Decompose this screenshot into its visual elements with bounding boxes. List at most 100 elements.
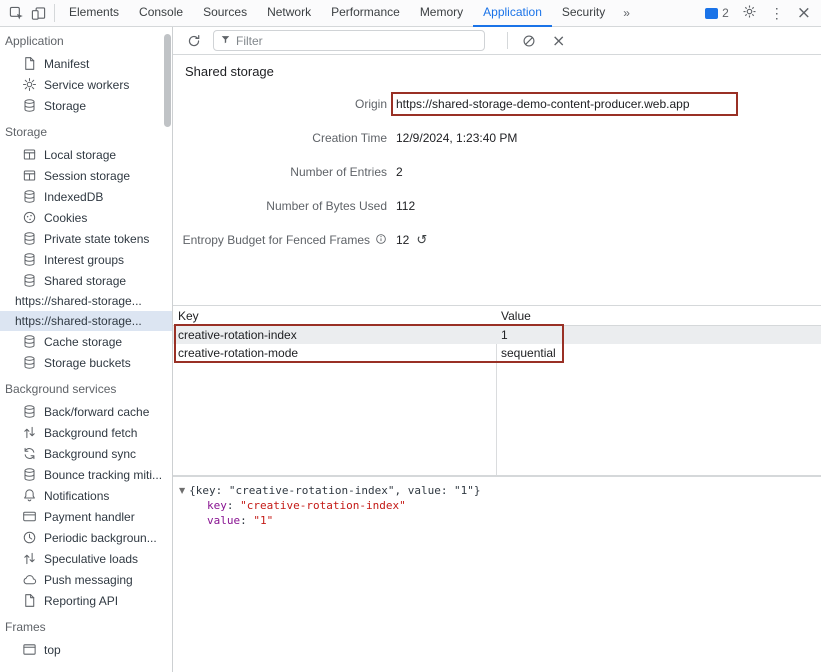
reset-budget-icon[interactable]: ↺ <box>416 234 427 247</box>
panel-tabs: ElementsConsoleSourcesNetworkPerformance… <box>59 0 615 27</box>
sidebar-item-label: Payment handler <box>44 510 135 524</box>
sidebar-scrollbar-thumb[interactable] <box>164 34 171 127</box>
tab-application[interactable]: Application <box>473 0 552 27</box>
application-sidebar: ApplicationManifestService workersStorag… <box>0 27 173 672</box>
sidebar-item-https-shared-storage[interactable]: https://shared-storage... <box>0 291 172 311</box>
sidebar-item-periodic-backgroun[interactable]: Periodic backgroun... <box>0 527 172 548</box>
sidebar-item-label: Bounce tracking miti... <box>44 468 162 482</box>
bell-icon <box>22 488 37 503</box>
devtools-topbar: ElementsConsoleSourcesNetworkPerformance… <box>0 0 821 27</box>
tab-console[interactable]: Console <box>129 0 193 27</box>
delete-selected-icon[interactable]: × <box>552 33 565 49</box>
page-title: Shared storage <box>185 64 274 79</box>
sidebar-item-top[interactable]: top <box>0 639 172 660</box>
tab-security[interactable]: Security <box>552 0 615 27</box>
sidebar-item-label: Private state tokens <box>44 232 149 246</box>
sidebar-item-storage[interactable]: Storage <box>0 95 172 116</box>
property-value: "1" <box>253 514 273 527</box>
more-tabs-button[interactable]: » <box>615 0 638 27</box>
updown-icon <box>22 551 37 566</box>
cloud-icon <box>22 572 37 587</box>
sidebar-item-private-state-tokens[interactable]: Private state tokens <box>0 228 172 249</box>
settings-gear-icon[interactable] <box>742 4 757 22</box>
issues-icon <box>705 8 718 19</box>
sidebar-item-label: Local storage <box>44 148 116 162</box>
sidebar-item-storage-buckets[interactable]: Storage buckets <box>0 352 172 373</box>
sidebar-item-local-storage[interactable]: Local storage <box>0 144 172 165</box>
cell-value: 1 <box>496 328 821 342</box>
cookie-icon <box>22 210 37 225</box>
refresh-icon[interactable] <box>185 32 203 50</box>
sidebar-item-push-messaging[interactable]: Push messaging <box>0 569 172 590</box>
database-icon <box>22 273 37 288</box>
sidebar-item-speculative-loads[interactable]: Speculative loads <box>0 548 172 569</box>
field-value: 12/9/2024, 1:23:40 PM <box>396 131 517 145</box>
sidebar-item-cache-storage[interactable]: Cache storage <box>0 331 172 352</box>
filter-input[interactable] <box>236 34 478 48</box>
tab-network[interactable]: Network <box>257 0 321 27</box>
sidebar-item-payment-handler[interactable]: Payment handler <box>0 506 172 527</box>
field-origin: Originhttps://shared-storage-demo-conten… <box>173 87 821 121</box>
shared-storage-content: Shared storage Originhttps://shared-stor… <box>173 55 821 672</box>
preview-pane: ▼{key: "creative-rotation-index", value:… <box>173 476 821 672</box>
database-icon <box>22 98 37 113</box>
sidebar-item-back-forward-cache[interactable]: Back/forward cache <box>0 401 172 422</box>
sidebar-item-reporting-api[interactable]: Reporting API <box>0 590 172 611</box>
tab-memory[interactable]: Memory <box>410 0 473 27</box>
field-value: 112 <box>396 199 415 213</box>
sidebar-item-label: https://shared-storage... <box>15 314 142 328</box>
object-property-line: value: "1" <box>179 513 821 528</box>
issues-count: 2 <box>722 6 729 20</box>
sidebar-item-background-sync[interactable]: Background sync <box>0 443 172 464</box>
metadata-fields: Originhttps://shared-storage-demo-conten… <box>173 87 821 257</box>
column-header-key[interactable]: Key <box>173 309 496 323</box>
sidebar-section-background-services: Background services <box>0 373 172 401</box>
sidebar-item-https-shared-storage[interactable]: https://shared-storage... <box>0 311 172 331</box>
sidebar-item-shared-storage[interactable]: Shared storage <box>0 270 172 291</box>
sidebar-item-label: Session storage <box>44 169 130 183</box>
tab-elements[interactable]: Elements <box>59 0 129 27</box>
sidebar-item-label: Background fetch <box>44 426 137 440</box>
column-header-value[interactable]: Value <box>496 309 821 323</box>
property-value: "creative-rotation-index" <box>240 499 406 512</box>
sidebar-item-service-workers[interactable]: Service workers <box>0 74 172 95</box>
updown-icon <box>22 425 37 440</box>
issues-badge[interactable]: 2 <box>705 6 729 20</box>
cell-key: creative-rotation-index <box>173 328 496 342</box>
sidebar-item-session-storage[interactable]: Session storage <box>0 165 172 186</box>
sidebar-item-label: Reporting API <box>44 594 118 608</box>
table-row[interactable]: creative-rotation-index1 <box>173 326 821 344</box>
field-label: Entropy Budget for Fenced Frames <box>183 233 370 247</box>
table-row[interactable]: creative-rotation-modesequential <box>173 344 821 362</box>
database-icon <box>22 189 37 204</box>
sidebar-item-cookies[interactable]: Cookies <box>0 207 172 228</box>
sidebar-item-manifest[interactable]: Manifest <box>0 53 172 74</box>
database-icon <box>22 334 37 349</box>
property-name: key <box>207 499 227 512</box>
sidebar-item-label: Back/forward cache <box>44 405 149 419</box>
sidebar-item-background-fetch[interactable]: Background fetch <box>0 422 172 443</box>
sidebar-item-label: Cookies <box>44 211 87 225</box>
tab-sources[interactable]: Sources <box>193 0 257 27</box>
kebab-menu-icon[interactable]: ⋮ <box>770 6 784 20</box>
field-value: 2 <box>396 165 403 179</box>
sidebar-section-frames: Frames <box>0 611 172 639</box>
disclosure-triangle-icon[interactable]: ▼ <box>179 483 185 498</box>
property-separator: : <box>227 499 240 512</box>
sidebar-item-notifications[interactable]: Notifications <box>0 485 172 506</box>
field-creation-time: Creation Time 12/9/2024, 1:23:40 PM <box>173 121 821 155</box>
info-icon[interactable] <box>375 233 387 248</box>
sidebar-item-indexeddb[interactable]: IndexedDB <box>0 186 172 207</box>
sidebar-item-interest-groups[interactable]: Interest groups <box>0 249 172 270</box>
device-toolbar-icon[interactable] <box>28 3 48 23</box>
sync-icon <box>22 446 37 461</box>
sidebar-item-label: Storage <box>44 99 86 113</box>
field-label: Creation Time <box>312 131 387 145</box>
inspect-element-icon[interactable] <box>6 3 26 23</box>
filter-box[interactable] <box>213 30 485 51</box>
field-value: 12 <box>396 233 409 247</box>
sidebar-item-bounce-tracking-miti[interactable]: Bounce tracking miti... <box>0 464 172 485</box>
close-devtools-icon[interactable]: × <box>797 5 811 22</box>
clear-all-icon[interactable] <box>520 32 538 50</box>
tab-performance[interactable]: Performance <box>321 0 410 27</box>
